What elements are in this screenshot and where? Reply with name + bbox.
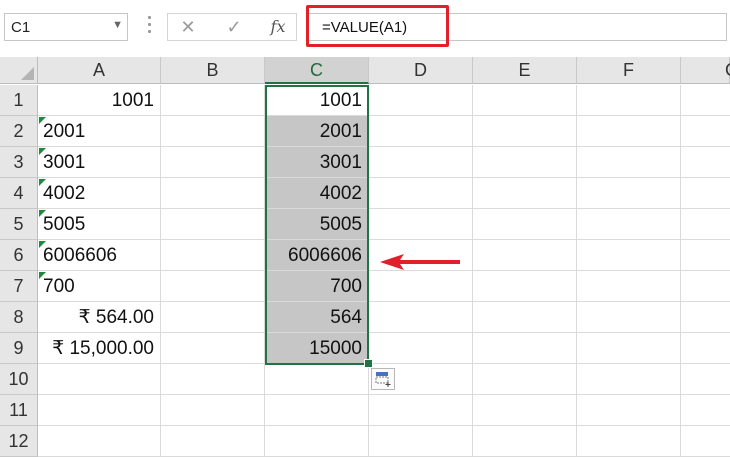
column-header-f[interactable]: F bbox=[577, 57, 681, 84]
row-header-3[interactable]: 3 bbox=[0, 147, 38, 178]
column-header-c[interactable]: C bbox=[265, 57, 369, 84]
row-header-12[interactable]: 12 bbox=[0, 426, 38, 457]
row-header-1[interactable]: 1 bbox=[0, 85, 38, 116]
column-header-a[interactable]: A bbox=[38, 57, 161, 84]
cell-a10[interactable] bbox=[38, 364, 161, 395]
cell-a4[interactable]: 4002 bbox=[38, 178, 161, 209]
row-header-8[interactable]: 8 bbox=[0, 302, 38, 333]
quick-analysis-icon[interactable] bbox=[371, 368, 395, 390]
cell-a2[interactable]: 2001 bbox=[38, 116, 161, 147]
cancel-icon[interactable]: ✕ bbox=[174, 16, 202, 38]
error-indicator-icon bbox=[39, 272, 46, 279]
error-indicator-icon bbox=[39, 241, 46, 248]
cell-a1[interactable]: 1001 bbox=[38, 85, 161, 116]
highlight-box bbox=[306, 5, 449, 47]
cell-a11[interactable] bbox=[38, 395, 161, 426]
insert-function-button[interactable]: fx bbox=[264, 16, 292, 38]
formula-buttons: ✕ ✓ fx bbox=[167, 13, 297, 41]
column-header-b[interactable]: B bbox=[161, 57, 265, 84]
name-box[interactable]: C1 ▼ bbox=[4, 13, 128, 41]
cell-a6[interactable]: 6006606 bbox=[38, 240, 161, 271]
row-header-10[interactable]: 10 bbox=[0, 364, 38, 395]
spreadsheet-grid: A B C D E F G 1 2 3 4 5 6 7 8 9 10 11 12… bbox=[0, 57, 730, 457]
error-indicator-icon bbox=[39, 117, 46, 124]
fill-handle[interactable] bbox=[364, 359, 373, 368]
gridlines bbox=[161, 115, 730, 457]
name-box-value: C1 bbox=[11, 19, 31, 36]
row-header-4[interactable]: 4 bbox=[0, 178, 38, 209]
row-header-5[interactable]: 5 bbox=[0, 209, 38, 240]
column-header-d[interactable]: D bbox=[369, 57, 473, 84]
cell-a5[interactable]: 5005 bbox=[38, 209, 161, 240]
formula-bar-area: C1 ▼ ✕ ✓ fx =VALUE(A1) bbox=[0, 0, 730, 57]
column-header-g[interactable]: G bbox=[681, 57, 730, 84]
select-all-button[interactable] bbox=[0, 57, 38, 84]
error-indicator-icon bbox=[39, 210, 46, 217]
chevron-down-icon[interactable]: ▼ bbox=[112, 19, 123, 31]
row-header-7[interactable]: 7 bbox=[0, 271, 38, 302]
cell-a3[interactable]: 3001 bbox=[38, 147, 161, 178]
error-indicator-icon bbox=[39, 148, 46, 155]
drag-handle-icon[interactable] bbox=[148, 16, 152, 38]
cell-a8[interactable]: ₹ 564.00 bbox=[38, 302, 161, 333]
row-header-9[interactable]: 9 bbox=[0, 333, 38, 364]
enter-icon[interactable]: ✓ bbox=[220, 16, 248, 38]
column-header-e[interactable]: E bbox=[473, 57, 577, 84]
red-arrow-icon bbox=[380, 254, 460, 270]
cell-a9[interactable]: ₹ 15,000.00 bbox=[38, 333, 161, 364]
error-indicator-icon bbox=[39, 179, 46, 186]
cell-a12[interactable] bbox=[38, 426, 161, 457]
row-header-11[interactable]: 11 bbox=[0, 395, 38, 426]
row-header-6[interactable]: 6 bbox=[0, 240, 38, 271]
cell-a7[interactable]: 700 bbox=[38, 271, 161, 302]
row-header-2[interactable]: 2 bbox=[0, 116, 38, 147]
